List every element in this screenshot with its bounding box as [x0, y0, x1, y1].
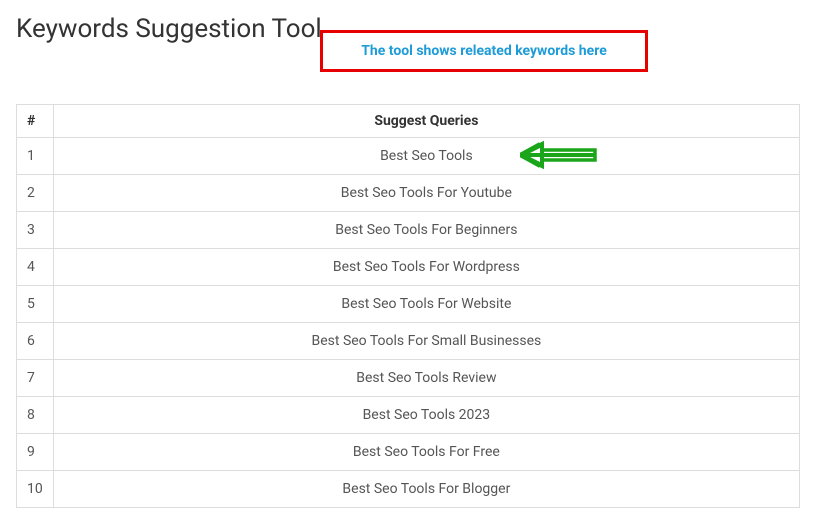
cell-query: Best Seo Tools 2023	[53, 397, 799, 434]
cell-num: 5	[17, 286, 54, 323]
cell-num: 1	[17, 138, 54, 175]
callout-text: The tool shows releated keywords here	[361, 43, 607, 59]
table-row: 2 Best Seo Tools For Youtube	[17, 175, 800, 212]
table-row: 7 Best Seo Tools Review	[17, 360, 800, 397]
table-header-row: # Suggest Queries	[17, 105, 800, 138]
cell-query: Best Seo Tools Review	[53, 360, 799, 397]
cell-num: 10	[17, 471, 54, 508]
cell-query: Best Seo Tools For Small Businesses	[53, 323, 799, 360]
header-num: #	[17, 105, 54, 138]
cell-query: Best Seo Tools For Youtube	[53, 175, 799, 212]
cell-query: Best Seo Tools For Free	[53, 434, 799, 471]
callout-annotation: The tool shows releated keywords here	[320, 30, 648, 72]
cell-num: 2	[17, 175, 54, 212]
cell-query: Best Seo Tools For Wordpress	[53, 249, 799, 286]
cell-num: 4	[17, 249, 54, 286]
table-row: 3 Best Seo Tools For Beginners	[17, 212, 800, 249]
cell-query: Best Seo Tools For Beginners	[53, 212, 799, 249]
cell-query: Best Seo Tools For Website	[53, 286, 799, 323]
cell-query: Best Seo Tools For Blogger	[53, 471, 799, 508]
table-row: 5 Best Seo Tools For Website	[17, 286, 800, 323]
table-row: 8 Best Seo Tools 2023	[17, 397, 800, 434]
cell-num: 3	[17, 212, 54, 249]
table-row: 4 Best Seo Tools For Wordpress	[17, 249, 800, 286]
cell-num: 8	[17, 397, 54, 434]
cell-query: Best Seo Tools	[53, 138, 799, 175]
suggestions-table: # Suggest Queries 1 Best Seo Tools 2 Bes…	[16, 104, 800, 508]
cell-num: 7	[17, 360, 54, 397]
header-query: Suggest Queries	[53, 105, 799, 138]
table-row: 9 Best Seo Tools For Free	[17, 434, 800, 471]
table-row: 6 Best Seo Tools For Small Businesses	[17, 323, 800, 360]
table-row: 10 Best Seo Tools For Blogger	[17, 471, 800, 508]
cell-num: 9	[17, 434, 54, 471]
table-row: 1 Best Seo Tools	[17, 138, 800, 175]
cell-num: 6	[17, 323, 54, 360]
